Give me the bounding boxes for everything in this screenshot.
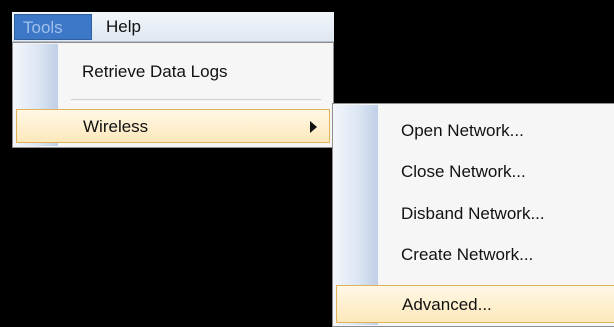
- menu-item-open-network[interactable]: Open Network...: [336, 112, 614, 150]
- wireless-submenu: Open Network... Close Network... Disband…: [332, 103, 614, 327]
- menu-item-label: Advanced...: [402, 295, 492, 314]
- menu-item-label: Create Network...: [401, 245, 534, 264]
- menu-item-wireless[interactable]: Wireless: [16, 109, 330, 143]
- menu-item-label: Disband Network...: [401, 204, 545, 223]
- menu-item-retrieve-data-logs[interactable]: Retrieve Data Logs: [16, 55, 330, 89]
- menu-item-label: Retrieve Data Logs: [82, 62, 228, 81]
- menu-separator: [71, 99, 321, 103]
- menu-item-disband-network[interactable]: Disband Network...: [336, 195, 614, 233]
- menu-item-close-network[interactable]: Close Network...: [336, 153, 614, 191]
- menu-item-label: Close Network...: [401, 162, 526, 181]
- menu-help[interactable]: Help: [96, 14, 151, 40]
- menu-item-advanced[interactable]: Advanced...: [336, 285, 614, 323]
- tools-dropdown-menu: Retrieve Data Logs Wireless: [12, 42, 334, 148]
- menu-bar: Tools Help: [12, 12, 334, 42]
- menu-item-label: Wireless: [83, 117, 149, 136]
- menu-item-create-network[interactable]: Create Network...: [336, 236, 614, 274]
- menu-tools[interactable]: Tools: [14, 14, 92, 40]
- menu-item-label: Open Network...: [401, 121, 524, 140]
- submenu-arrow-icon: [310, 121, 317, 133]
